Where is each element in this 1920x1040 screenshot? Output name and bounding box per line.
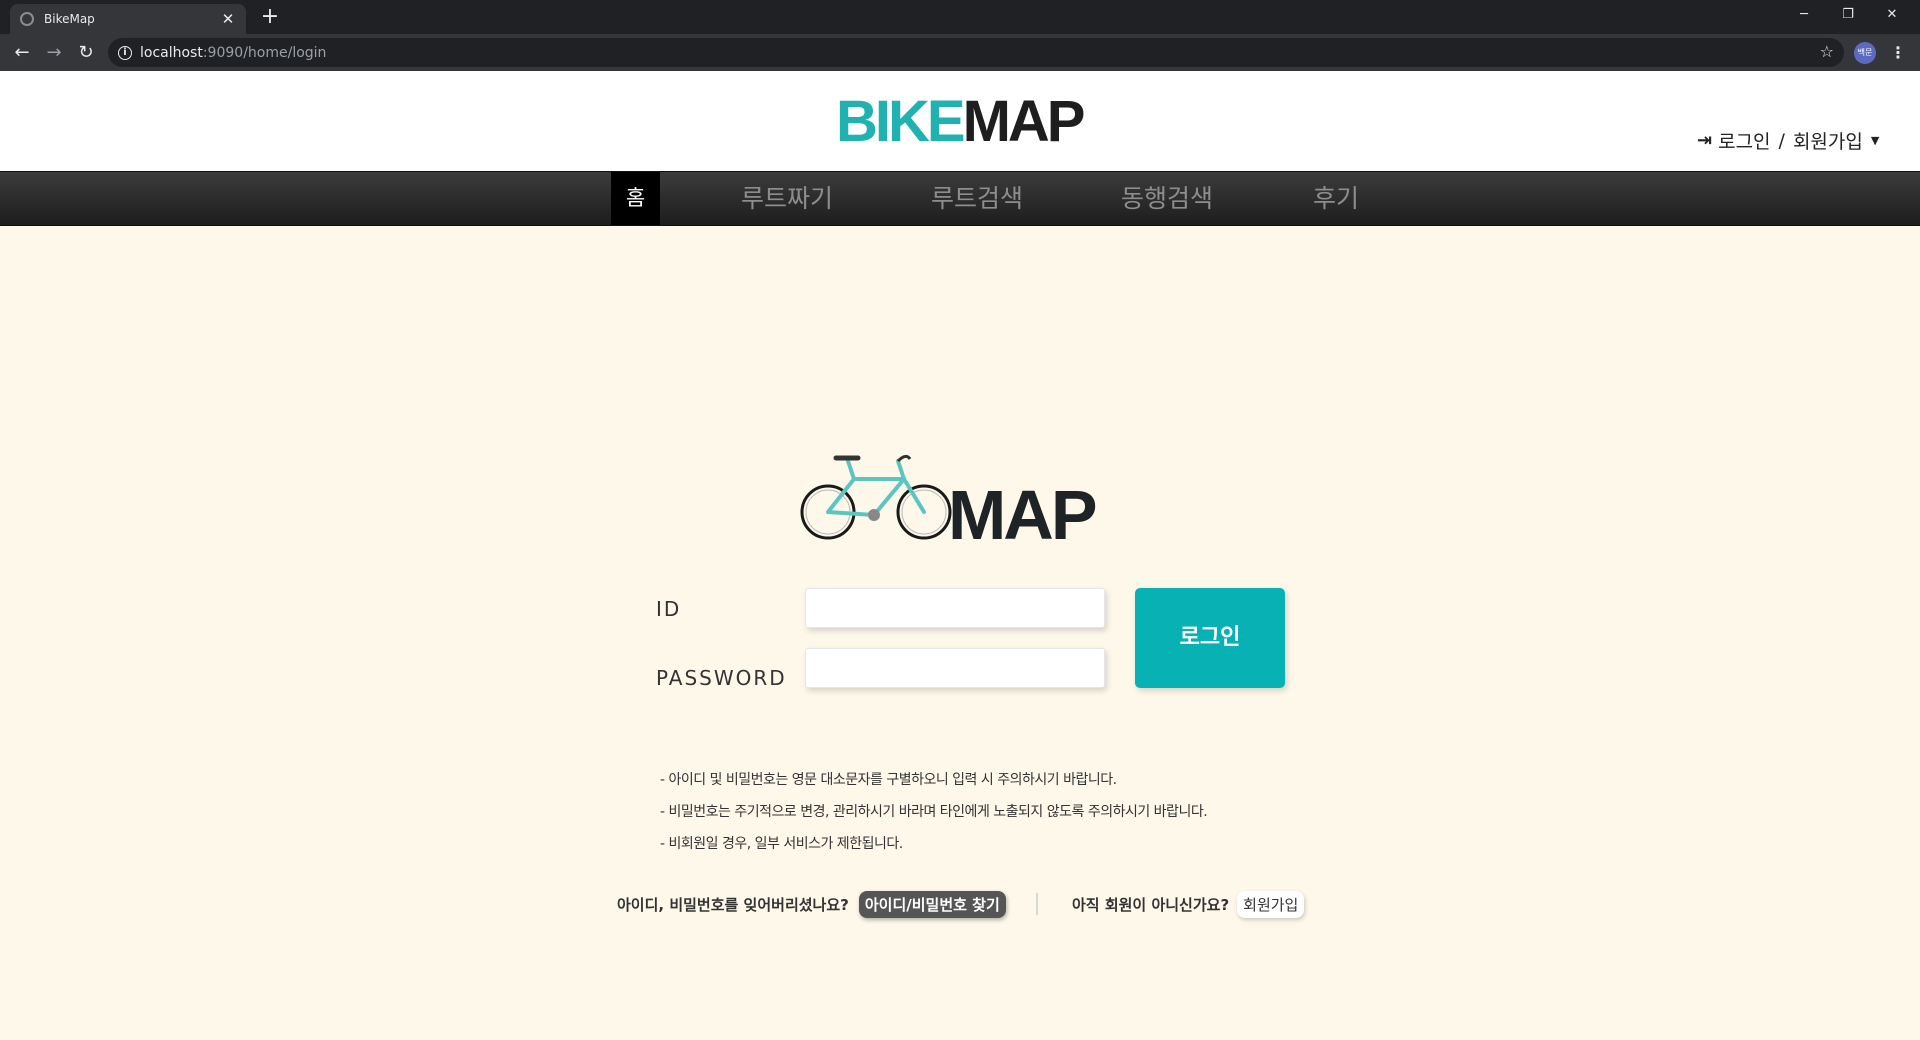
back-icon[interactable]: ← <box>10 41 34 65</box>
main-nav: 홈 루트짜기 루트검색 동행검색 후기 <box>0 171 1920 226</box>
url-host: localhost <box>140 44 203 61</box>
forgot-text: 아이디, 비밀번호를 잊어버리셨나요? <box>617 895 849 914</box>
notice-line: - 비밀번호는 주기적으로 변경, 관리하시기 바라며 타인에게 노출되지 않도… <box>660 804 1208 820</box>
new-tab-button[interactable]: + <box>258 5 282 29</box>
id-input[interactable] <box>805 588 1105 628</box>
logo-bike-text: BIKE <box>836 89 966 154</box>
nav-item-route-make[interactable]: 루트짜기 <box>724 172 850 225</box>
forgot-credentials-row: 아이디, 비밀번호를 잊어버리셨나요? 아이디/비밀번호 찾기 <box>617 890 1006 918</box>
menu-dots-icon[interactable]: ⋮ <box>1888 41 1908 65</box>
browser-toolbar: ← → ↻ i localhost:9090/home/login ☆ 백문 ⋮ <box>0 34 1920 71</box>
browser-tab[interactable]: BikeMap ✕ <box>10 4 246 34</box>
login-button[interactable]: 로그인 <box>1135 588 1285 688</box>
reload-icon[interactable]: ↻ <box>74 41 98 65</box>
logo-map-text: MAP <box>962 89 1086 154</box>
minimize-icon[interactable]: ─ <box>1782 4 1826 26</box>
notice-line: - 비회원일 경우, 일부 서비스가 제한됩니다. <box>660 836 903 852</box>
divider <box>1036 893 1038 915</box>
header-login-link[interactable]: 로그인 <box>1718 127 1770 154</box>
auth-menu[interactable]: ⇥ 로그인 / 회원가입 ▼ <box>1697 127 1879 154</box>
url-path: :9090/home/login <box>202 44 327 61</box>
header-signup-link[interactable]: 회원가입 <box>1793 127 1863 154</box>
nav-item-route-search[interactable]: 루트검색 <box>914 172 1040 225</box>
id-label: ID <box>656 597 682 621</box>
nav-item-reviews[interactable]: 후기 <box>1294 172 1378 225</box>
browser-tab-bar: BikeMap ✕ + ─ ❐ ✕ <box>0 0 1920 34</box>
restore-icon[interactable]: ❐ <box>1826 4 1870 26</box>
signup-row: 아직 회원이 아니신가요? 회원가입 <box>1072 890 1305 918</box>
sign-in-icon: ⇥ <box>1697 130 1713 151</box>
auth-separator: / <box>1778 129 1785 152</box>
password-input[interactable] <box>805 648 1105 688</box>
bike-map-logo: MAP <box>800 454 1099 547</box>
not-member-text: 아직 회원이 아니신가요? <box>1072 895 1230 914</box>
bookmark-star-icon[interactable]: ☆ <box>1820 42 1834 61</box>
forward-icon[interactable]: → <box>42 41 66 65</box>
address-bar[interactable]: i localhost:9090/home/login ☆ <box>108 38 1844 67</box>
nav-item-companion-search[interactable]: 동행검색 <box>1104 172 1230 225</box>
close-tab-icon[interactable]: ✕ <box>220 10 236 28</box>
bicycle-icon <box>800 454 952 540</box>
site-header: BIKE MAP ⇥ 로그인 / 회원가입 ▼ <box>0 71 1920 171</box>
password-label: PASSWORD <box>656 666 787 690</box>
caret-down-icon[interactable]: ▼ <box>1871 134 1879 147</box>
find-id-password-button[interactable]: 아이디/비밀번호 찾기 <box>858 890 1006 918</box>
profile-avatar[interactable]: 백문 <box>1854 42 1876 64</box>
site-logo[interactable]: BIKE MAP <box>836 89 1086 154</box>
tab-title: BikeMap <box>44 12 95 26</box>
info-icon[interactable]: i <box>118 45 132 60</box>
globe-icon <box>20 12 34 26</box>
nav-item-home[interactable]: 홈 <box>611 172 660 225</box>
notice-line: - 아이디 및 비밀번호는 영문 대소문자를 구별하오니 입력 시 주의하시기 … <box>660 772 1117 788</box>
close-window-icon[interactable]: ✕ <box>1870 4 1914 26</box>
signup-button[interactable]: 회원가입 <box>1237 890 1305 918</box>
logo-map-word: MAP <box>948 476 1096 547</box>
